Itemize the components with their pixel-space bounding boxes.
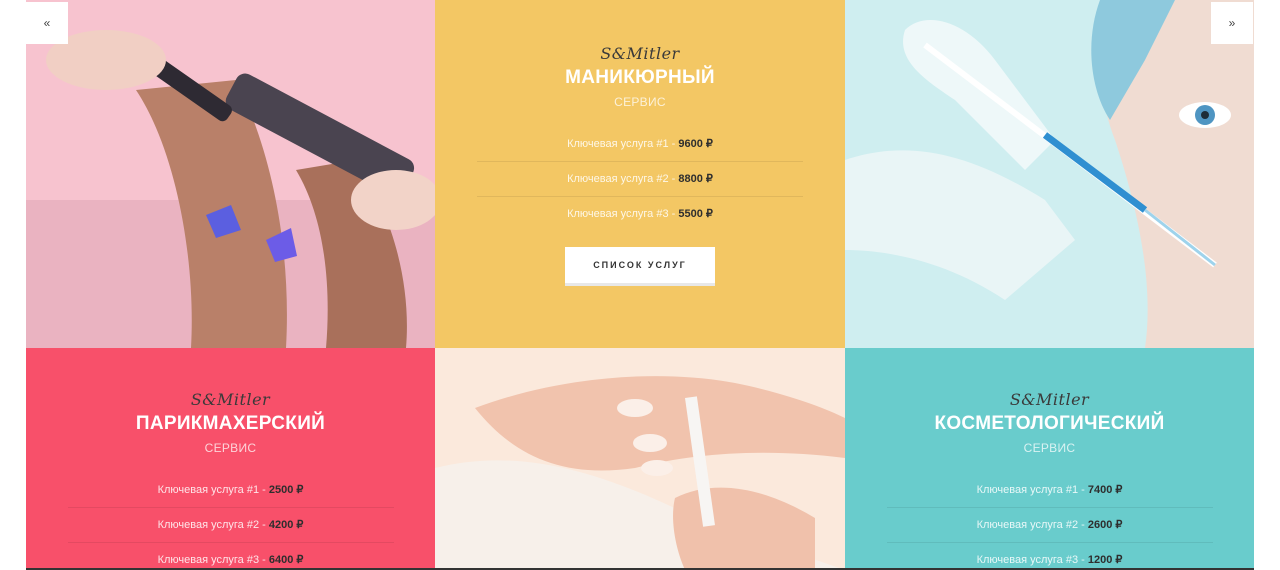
service-subtitle: СЕРВИС	[204, 441, 257, 455]
cosmetology-photo	[845, 0, 1254, 348]
brand-logo: S&Mitler	[1009, 390, 1090, 409]
service-subtitle: СЕРВИС	[614, 95, 666, 109]
services-grid: S&Mitler МАНИКЮРНЫЙ СЕРВИС Ключевая услу…	[26, 0, 1254, 570]
service-title: МАНИКЮРНЫЙ	[565, 67, 715, 88]
services-list-button[interactable]: СПИСОК УСЛУГ	[565, 247, 715, 286]
service-row: Ключевая услуга #3 - 6400 ₽	[157, 554, 304, 566]
service-row: Ключевая услуга #2 - 8800 ₽	[477, 162, 803, 197]
manicure-photo	[435, 348, 845, 570]
service-title: ПАРИКМАХЕРСКИЙ	[135, 413, 326, 434]
manicure-service-panel: S&Mitler МАНИКЮРНЫЙ СЕРВИС Ключевая услу…	[435, 0, 845, 348]
service-subtitle: СЕРВИС	[1023, 441, 1076, 455]
service-list: Ключевая услуга #1 - 2500 ₽ Ключевая усл…	[67, 473, 394, 570]
slider-prev-button[interactable]: «	[26, 2, 68, 44]
service-list: Ключевая услуга #1 - 9600 ₽ Ключевая усл…	[477, 127, 803, 231]
service-row: Ключевая услуга #2 - 2600 ₽	[886, 508, 1213, 543]
service-row: Ключевая услуга #2 - 4200 ₽	[67, 508, 394, 543]
service-list: Ключевая услуга #1 - 7400 ₽ Ключевая усл…	[886, 473, 1213, 570]
hair-photo	[26, 0, 435, 348]
service-row: Ключевая услуга #1 - 9600 ₽	[477, 127, 803, 162]
brand-logo: S&Mitler	[600, 44, 680, 63]
service-title: КОСМЕТОЛОГИЧЕСКИЙ	[934, 413, 1165, 434]
service-row: Ключевая услуга #1 - 2500 ₽	[67, 473, 394, 508]
hairdressing-service-panel: S&Mitler ПАРИКМАХЕРСКИЙ СЕРВИС Ключевая …	[26, 348, 435, 570]
slider-next-button[interactable]: »	[1211, 2, 1253, 44]
brand-logo: S&Mitler	[190, 390, 271, 409]
cosmetology-service-panel: S&Mitler КОСМЕТОЛОГИЧЕСКИЙ СЕРВИС Ключев…	[845, 348, 1254, 570]
service-row: Ключевая услуга #3 - 1200 ₽	[976, 554, 1123, 566]
service-row: Ключевая услуга #1 - 7400 ₽	[886, 473, 1213, 508]
service-row: Ключевая услуга #3 - 5500 ₽	[567, 208, 713, 220]
